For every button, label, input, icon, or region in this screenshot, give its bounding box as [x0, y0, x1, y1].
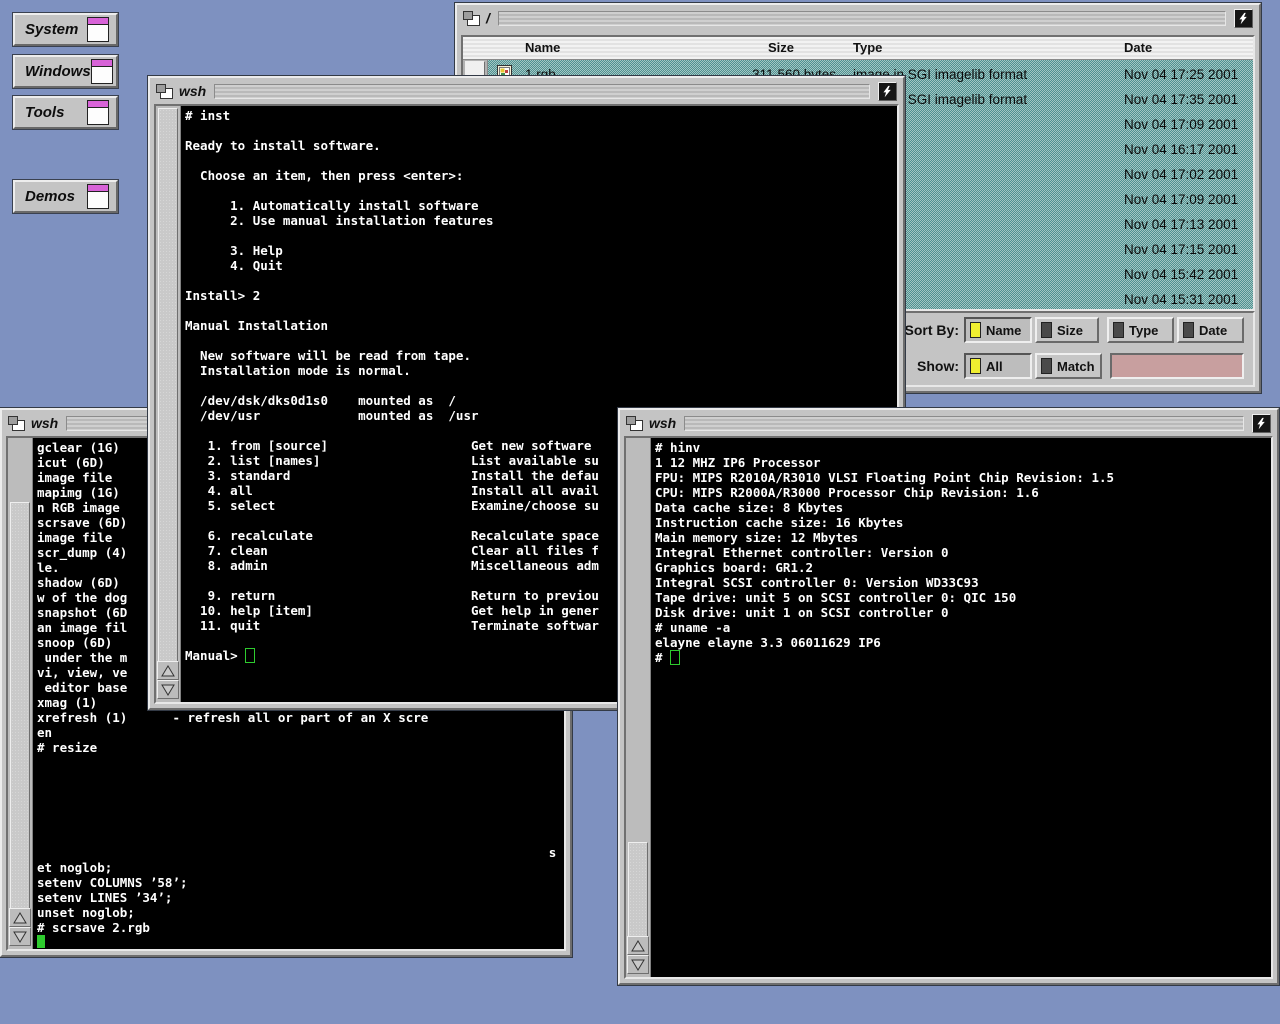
terminal-cursor	[37, 935, 45, 948]
scrollbar-thumb[interactable]	[628, 842, 648, 944]
sort-by-name-button[interactable]: Name	[964, 317, 1032, 343]
file-date: Nov 04 17:35 2001	[1124, 92, 1238, 107]
scroll-up-icon[interactable]	[627, 936, 649, 955]
indicator-lamp	[970, 358, 981, 374]
sort-by-name-label: Name	[986, 323, 1021, 338]
window-title: wsh	[179, 83, 206, 99]
indicator-lamp	[970, 322, 981, 338]
column-header-date: Date	[1124, 40, 1152, 55]
window-title: wsh	[649, 415, 676, 431]
file-date: Nov 04 17:02 2001	[1124, 167, 1238, 182]
scroll-up-icon[interactable]	[9, 908, 31, 927]
wsh-hinv-titlebar[interactable]: wsh	[622, 412, 1275, 434]
mini-window-icon	[87, 100, 109, 125]
scrollbar[interactable]	[156, 106, 181, 702]
file-date: Nov 04 15:42 2001	[1124, 267, 1238, 282]
mini-window-icon	[87, 184, 109, 209]
file-manager-titlebar[interactable]: /	[459, 7, 1257, 29]
sort-by-size-label: Size	[1057, 323, 1083, 338]
titlebar-stripe	[214, 84, 870, 99]
launcher-label-demos: Demos	[15, 188, 87, 205]
iconify-icon[interactable]	[8, 416, 25, 431]
scroll-up-icon[interactable]	[157, 661, 179, 680]
sort-by-size-button[interactable]: Size	[1035, 317, 1099, 343]
launcher-label-tools: Tools	[15, 104, 87, 121]
file-date: Nov 04 15:31 2001	[1124, 292, 1238, 307]
show-match-label: Match	[1057, 359, 1095, 374]
scrollbar-thumb[interactable]	[158, 108, 178, 666]
launcher-button-windows[interactable]: Windows	[13, 55, 118, 88]
launcher-button-tools[interactable]: Tools	[13, 96, 118, 129]
launcher-label-system: System	[15, 21, 87, 38]
iconify-icon[interactable]	[626, 416, 643, 431]
scrollbar[interactable]	[8, 438, 33, 949]
terminal-output: # hinv 1 12 MHZ IP6 Processor FPU: MIPS …	[655, 440, 1114, 665]
launcher-button-system[interactable]: System	[13, 13, 118, 46]
file-date: Nov 04 17:13 2001	[1124, 217, 1238, 232]
iconify-icon[interactable]	[156, 84, 173, 99]
scroll-down-icon[interactable]	[157, 680, 179, 699]
column-header-name: Name	[525, 40, 560, 55]
file-date: Nov 04 17:09 2001	[1124, 192, 1238, 207]
show-all-button[interactable]: All	[964, 353, 1032, 379]
file-date: Nov 04 17:15 2001	[1124, 242, 1238, 257]
window-title: wsh	[31, 415, 58, 431]
indicator-lamp	[1183, 322, 1194, 338]
sort-by-type-label: Type	[1129, 323, 1158, 338]
mini-window-icon	[91, 59, 113, 84]
launcher-button-demos[interactable]: Demos	[13, 180, 118, 213]
sort-by-date-button[interactable]: Date	[1177, 317, 1244, 343]
wsh-hinv-terminal[interactable]: # hinv 1 12 MHZ IP6 Processor FPU: MIPS …	[624, 436, 1273, 979]
mini-window-icon	[87, 17, 109, 42]
show-match-button[interactable]: Match	[1035, 353, 1102, 379]
column-header-size: Size	[768, 40, 794, 55]
indicator-lamp	[1041, 358, 1052, 374]
terminal-cursor	[245, 648, 255, 663]
show-all-label: All	[986, 359, 1003, 374]
wsh-installer-titlebar[interactable]: wsh	[152, 80, 901, 102]
maximize-icon[interactable]	[1252, 414, 1271, 433]
sort-by-type-button[interactable]: Type	[1107, 317, 1174, 343]
indicator-lamp	[1041, 322, 1052, 338]
sort-by-date-label: Date	[1199, 323, 1227, 338]
titlebar-stripe	[498, 11, 1226, 26]
launcher-label-windows: Windows	[15, 63, 91, 80]
scroll-down-icon[interactable]	[9, 927, 31, 946]
maximize-icon[interactable]	[1234, 9, 1253, 28]
maximize-icon[interactable]	[878, 82, 897, 101]
scrollbar-thumb[interactable]	[10, 502, 30, 917]
titlebar-stripe	[684, 416, 1244, 431]
indicator-lamp	[1113, 322, 1124, 338]
window-title: /	[486, 10, 490, 26]
wsh-hinv-window: wsh # hinv 1 12 MHZ IP6 Processor FPU: M…	[618, 408, 1279, 985]
file-list-header: Name Size Type Date	[463, 37, 1253, 60]
iconify-icon[interactable]	[463, 11, 480, 26]
terminal-output: # inst Ready to install software. Choose…	[185, 108, 599, 663]
file-date: Nov 04 16:17 2001	[1124, 142, 1238, 157]
terminal-cursor	[670, 650, 680, 665]
file-date: Nov 04 17:09 2001	[1124, 117, 1238, 132]
match-pattern-input[interactable]	[1110, 353, 1244, 379]
column-header-type: Type	[853, 40, 882, 55]
scrollbar[interactable]	[626, 438, 651, 977]
file-date: Nov 04 17:25 2001	[1124, 67, 1238, 82]
scroll-down-icon[interactable]	[627, 955, 649, 974]
